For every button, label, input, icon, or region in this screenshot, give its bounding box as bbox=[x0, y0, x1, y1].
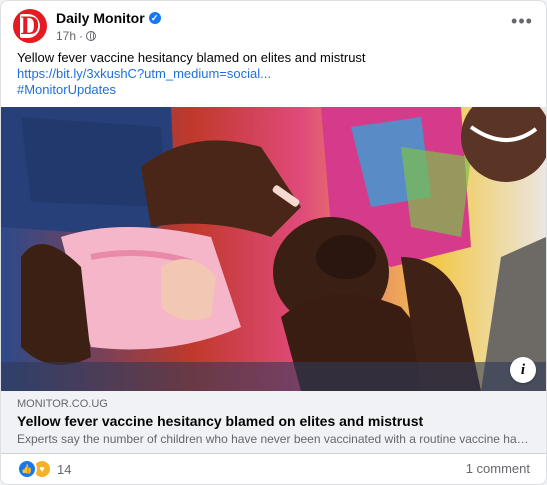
like-reaction-icon: 👍 bbox=[17, 459, 37, 479]
post-hashtag[interactable]: #MonitorUpdates bbox=[17, 82, 530, 98]
globe-icon bbox=[86, 31, 97, 41]
info-button[interactable]: i bbox=[510, 357, 536, 383]
reactions-summary[interactable]: 👍 ♥ 14 bbox=[17, 459, 71, 479]
page-name[interactable]: Daily Monitor bbox=[56, 10, 145, 26]
verified-badge-icon: ✓ bbox=[148, 12, 161, 24]
avatar-logo-letter: D bbox=[20, 11, 40, 40]
page-avatar[interactable]: D bbox=[13, 9, 47, 43]
post-meta: 17h · bbox=[56, 29, 97, 43]
post-headline: Yellow fever vaccine hesitancy blamed on… bbox=[17, 50, 366, 65]
post-card: D Daily Monitor ✓ 17h · ••• Yellow fever… bbox=[0, 0, 547, 485]
more-options-button[interactable]: ••• bbox=[510, 12, 534, 35]
post-photo[interactable]: i bbox=[1, 107, 546, 391]
post-link[interactable]: https://bit.ly/3xkushC?utm_medium=social… bbox=[17, 66, 530, 82]
link-preview[interactable]: MONITOR.CO.UG Yellow fever vaccine hesit… bbox=[1, 391, 546, 454]
link-title[interactable]: Yellow fever vaccine hesitancy blamed on… bbox=[17, 413, 423, 429]
link-domain: MONITOR.CO.UG bbox=[17, 398, 108, 410]
post-footer: 👍 ♥ 14 1 comment bbox=[17, 459, 530, 479]
post-header: D Daily Monitor ✓ 17h · ••• bbox=[13, 9, 534, 49]
page-name-row: Daily Monitor ✓ bbox=[56, 10, 161, 26]
meta-separator: · bbox=[79, 29, 84, 43]
link-description: Experts say the number of children who h… bbox=[17, 432, 532, 446]
reaction-count: 14 bbox=[57, 461, 72, 477]
post-time[interactable]: 17h bbox=[56, 29, 76, 43]
photo-illustration bbox=[1, 107, 546, 391]
comments-count-link[interactable]: 1 comment bbox=[466, 461, 530, 476]
post-text: Yellow fever vaccine hesitancy blamed on… bbox=[17, 50, 530, 98]
